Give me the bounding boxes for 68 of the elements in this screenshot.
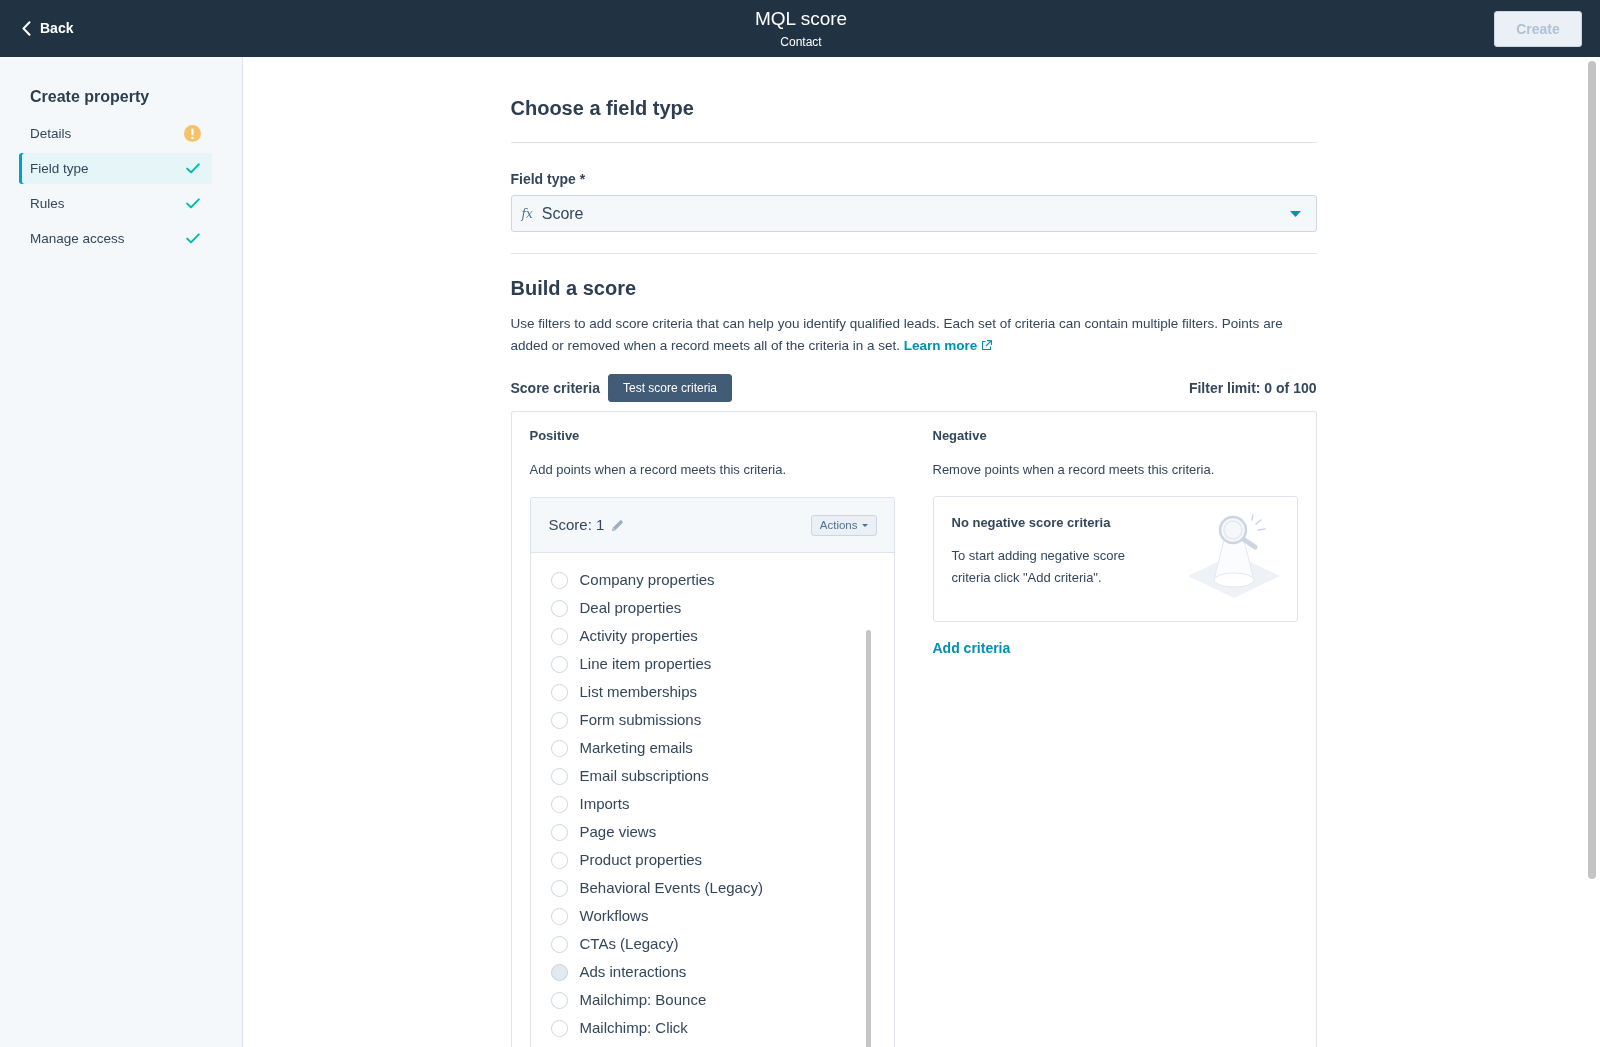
- field-label: Field type *: [510, 170, 586, 189]
- filter-option[interactable]: Product properties: [550, 850, 703, 870]
- radio-button[interactable]: [550, 683, 568, 701]
- score-value: Score: 1: [548, 515, 605, 535]
- empty-state-text: To start adding negative score criteria click "Add criteria".: [951, 547, 1126, 587]
- add-criteria-link[interactable]: Add criteria: [932, 639, 1011, 657]
- radio-button[interactable]: [550, 795, 568, 813]
- filter-option[interactable]: Email subscriptions: [550, 766, 709, 786]
- radio-button[interactable]: [550, 627, 568, 645]
- page-subtitle: Contact: [780, 34, 822, 50]
- radio-button[interactable]: [550, 711, 568, 729]
- column-title: Negative: [932, 427, 987, 445]
- filter-option[interactable]: Deal properties: [550, 598, 682, 618]
- radio-button[interactable]: [550, 851, 568, 869]
- radio-button[interactable]: [550, 599, 568, 617]
- list-scrollbar[interactable]: [865, 630, 871, 1047]
- filter-option[interactable]: Imports: [550, 794, 630, 814]
- filter-limit-text: Filter limit: 0 of 100: [1188, 380, 1317, 396]
- caret-down-icon: [1289, 210, 1301, 217]
- filter-option[interactable]: Page views: [550, 822, 657, 842]
- radio-button[interactable]: [550, 655, 568, 673]
- radio-button[interactable]: [550, 935, 568, 953]
- chevron-left-icon: [22, 20, 31, 36]
- radio-button[interactable]: [550, 879, 568, 897]
- filter-option[interactable]: Marketing emails: [550, 738, 693, 758]
- formula-icon: fx: [521, 206, 533, 221]
- sidebar-step[interactable]: Rules: [19, 188, 212, 219]
- filter-option[interactable]: CTAs (Legacy): [550, 934, 679, 954]
- test-criteria-button[interactable]: Test score criteria: [608, 374, 733, 402]
- sidebar-step[interactable]: Manage access: [19, 223, 212, 254]
- description-text: Use filters to add score criteria that can help you identify qualified leads. Each set of criteria can contain multiple filters. Points are added or removed when a record meets all of the criteria in a set. Learn more: [510, 315, 1284, 355]
- filter-option[interactable]: Form submissions: [550, 710, 702, 730]
- section-heading: Choose a field type: [510, 96, 694, 121]
- radio-button[interactable]: [550, 1019, 568, 1037]
- radio-button[interactable]: [550, 823, 568, 841]
- radio-button[interactable]: [550, 991, 568, 1009]
- filter-option[interactable]: Ads interactions: [550, 962, 687, 982]
- radio-button[interactable]: [550, 739, 568, 757]
- learn-more-link[interactable]: Learn more: [903, 338, 993, 353]
- filter-option[interactable]: Workflows: [550, 906, 649, 926]
- criteria-label: Score criteria: [510, 380, 600, 396]
- empty-state-title: No negative score criteria: [951, 514, 1111, 532]
- filter-option[interactable]: Behavioral Events (Legacy): [550, 878, 763, 898]
- filter-option[interactable]: Mailchimp: Click: [550, 1018, 688, 1038]
- section-heading: Build a score: [510, 276, 637, 301]
- sidebar-step[interactable]: Details: [19, 118, 212, 149]
- external-link-icon: [981, 340, 993, 351]
- filter-option[interactable]: Activity properties: [550, 626, 698, 646]
- page-scrollbar[interactable]: [1588, 61, 1596, 879]
- filter-option[interactable]: Company properties: [550, 570, 715, 590]
- radio-button[interactable]: [550, 571, 568, 589]
- filter-option[interactable]: Mailchimp: Bounce: [550, 990, 707, 1010]
- sidebar-title: Create property: [30, 87, 150, 107]
- field-type-select[interactable]: fx Score: [510, 195, 1317, 232]
- pencil-icon[interactable]: [611, 518, 625, 532]
- radio-button[interactable]: [550, 963, 568, 981]
- column-title: Positive: [529, 427, 580, 445]
- filter-option[interactable]: List memberships: [550, 682, 698, 702]
- actions-button[interactable]: Actions: [810, 514, 877, 536]
- caret-down-icon: [861, 523, 868, 527]
- radio-button[interactable]: [550, 767, 568, 785]
- column-description: Remove points when a record meets this criteria.: [932, 461, 1215, 479]
- column-description: Add points when a record meets this criteria.: [529, 461, 786, 479]
- page-title: MQL score: [754, 7, 848, 31]
- radio-button[interactable]: [550, 907, 568, 925]
- sidebar-step[interactable]: Field type: [19, 153, 212, 184]
- back-button[interactable]: Back: [20, 17, 76, 39]
- filter-option[interactable]: Line item properties: [550, 654, 712, 674]
